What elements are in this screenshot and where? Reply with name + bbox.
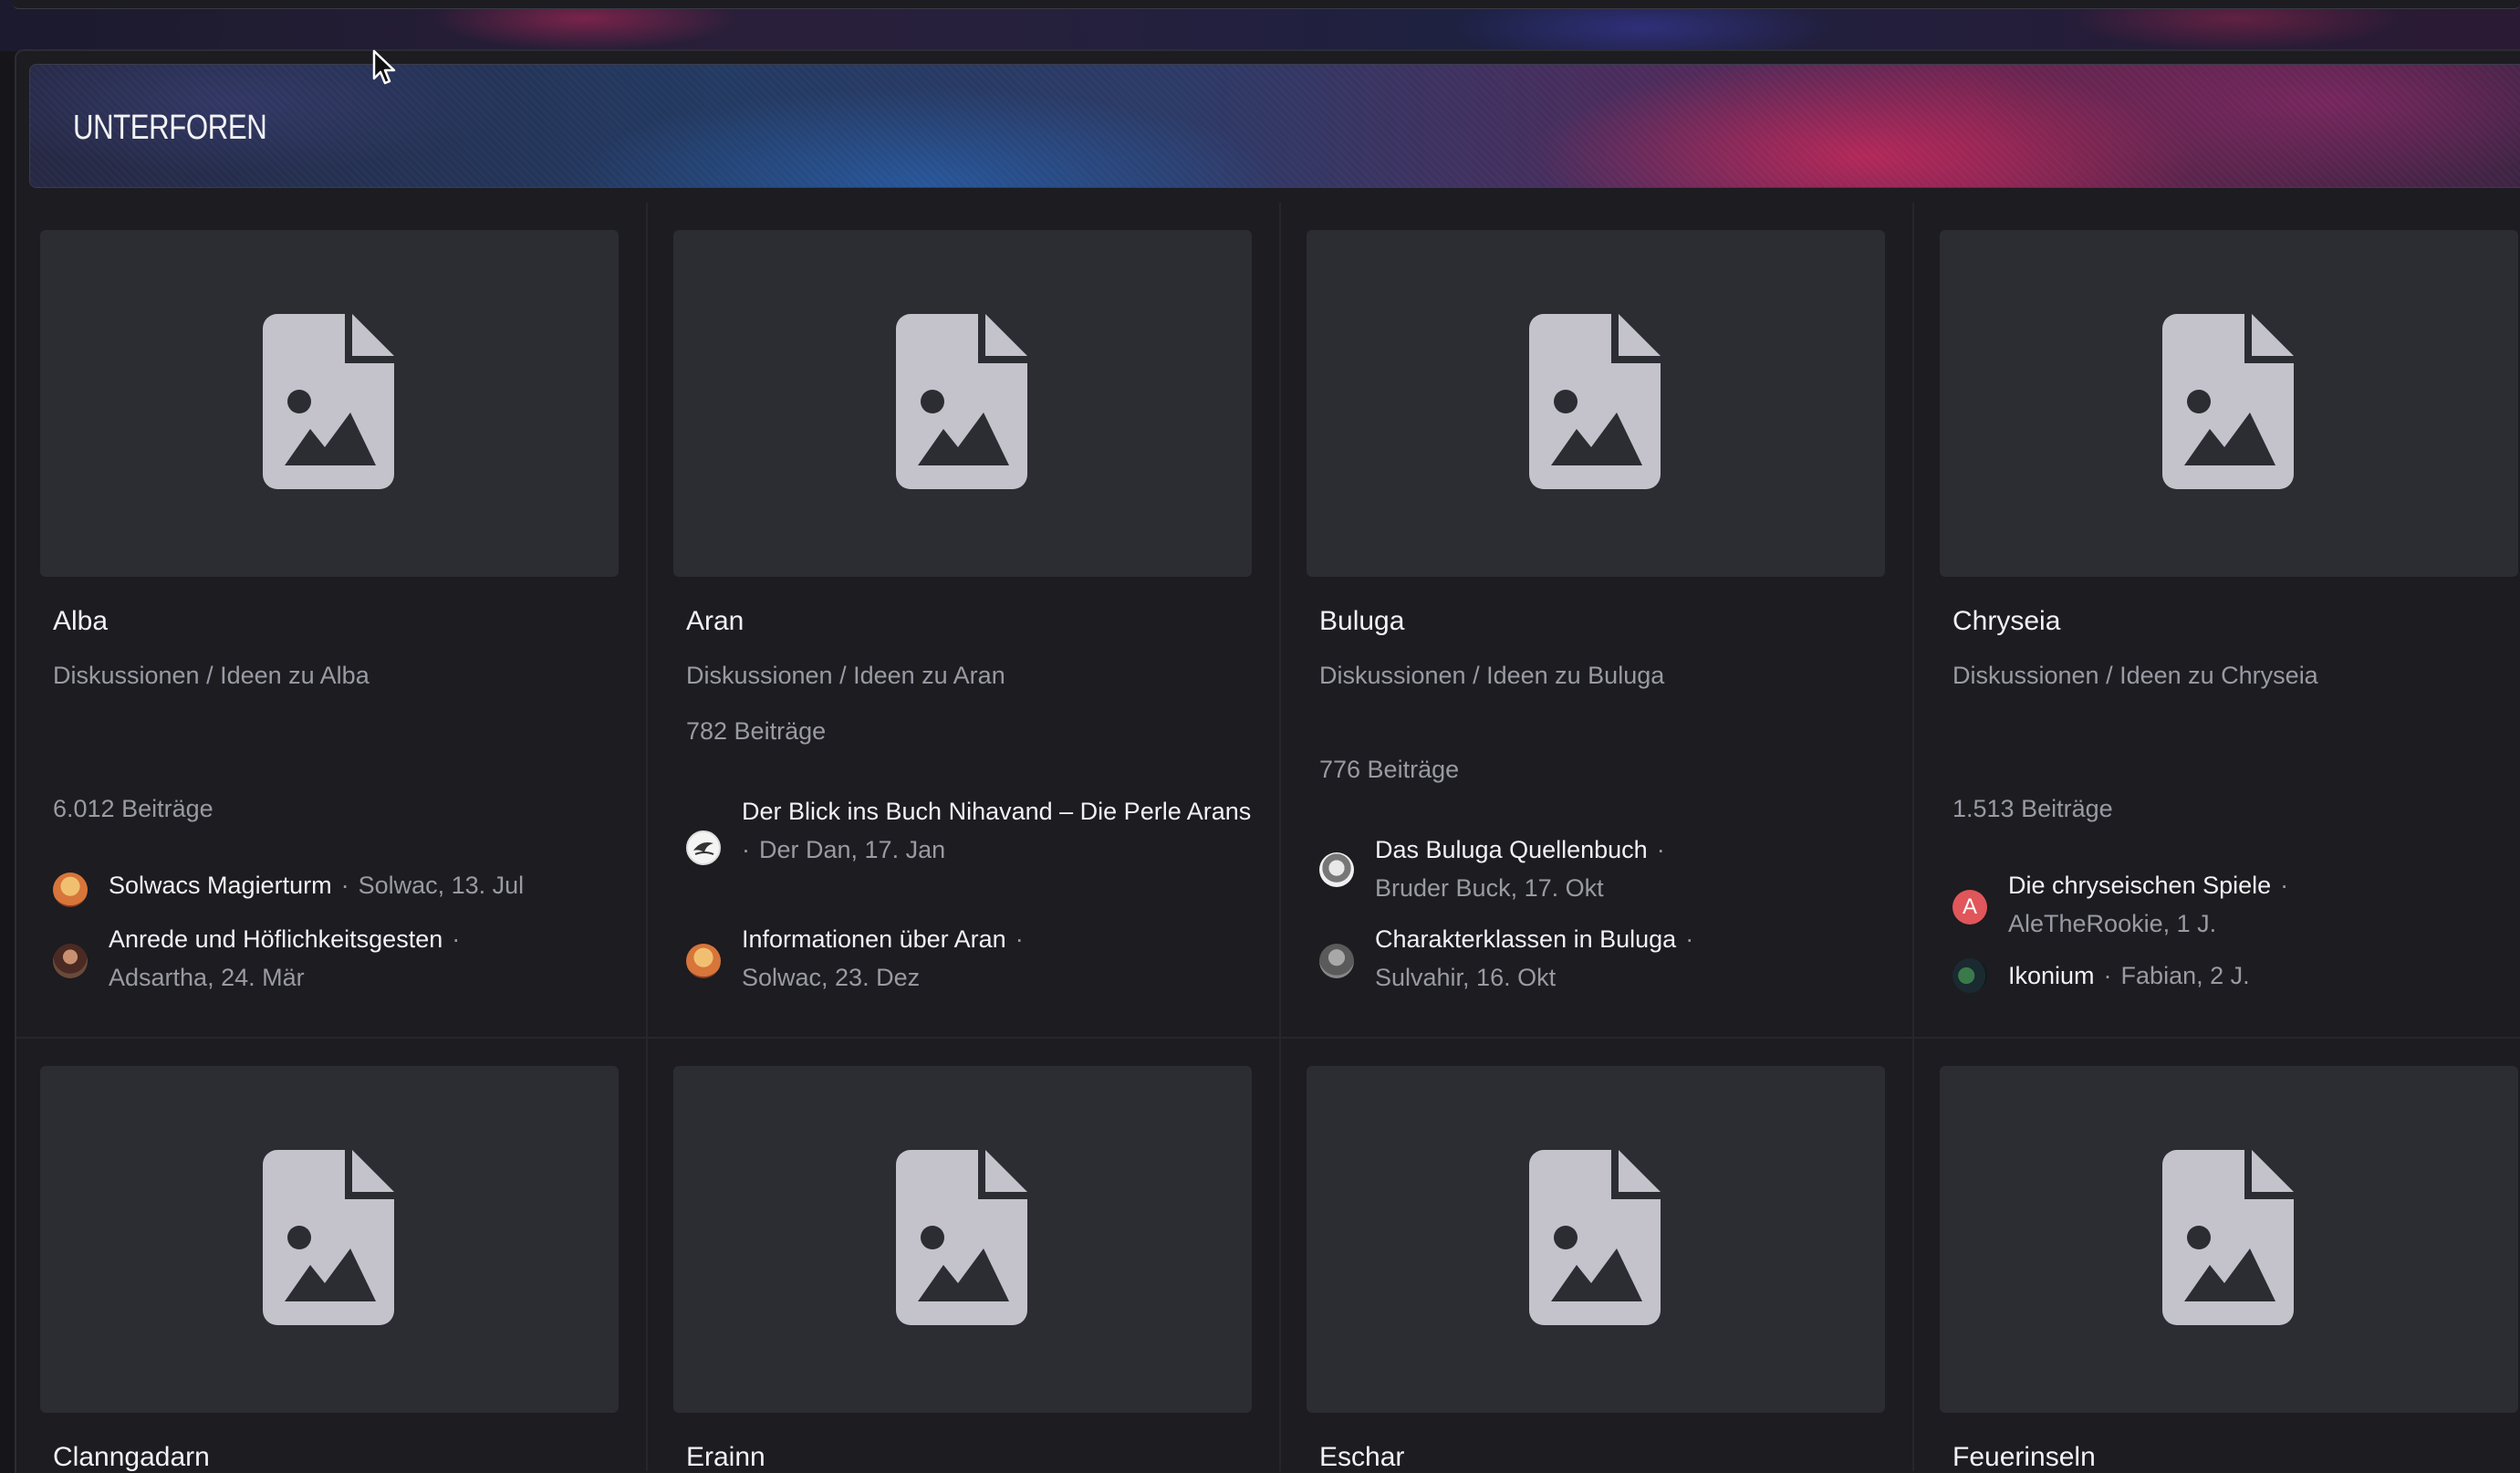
separator-dot: ·: [2103, 962, 2112, 989]
thread-title[interactable]: Das Buluga Quellenbuch: [1375, 836, 1648, 863]
forum-description: Diskussionen / Ideen zu Aran: [686, 662, 1005, 689]
forum-title[interactable]: Feuerinseln: [1952, 1442, 2096, 1473]
thread-meta: AleTheRookie, 1 J.: [2008, 910, 2217, 937]
image-placeholder-icon: [263, 1150, 394, 1325]
post-count: 1.513 Beiträge: [1952, 795, 2113, 822]
thread-meta: Fabian, 2 J.: [2120, 962, 2250, 989]
thread-meta: Sulvahir, 16. Okt: [1375, 964, 1557, 991]
thread-meta: Adsartha, 24. Mär: [109, 964, 305, 991]
forum-title[interactable]: Alba: [53, 606, 108, 637]
thread-title[interactable]: Der Blick ins Buch Nihavand – Die Perle …: [742, 798, 1251, 825]
forum-description: Diskussionen / Ideen zu Alba: [53, 662, 370, 689]
top-panel-edge: [13, 0, 2520, 9]
forum-card-eschar[interactable]: Eschar: [1283, 1039, 1916, 1473]
forum-card-feuerinseln[interactable]: Feuerinseln: [1916, 1039, 2520, 1473]
forum-card-chryseia[interactable]: Chryseia Diskussionen / Ideen zu Chrysei…: [1916, 203, 2520, 1037]
forum-thumbnail[interactable]: [40, 1066, 619, 1413]
thread-title[interactable]: Die chryseischen Spiele: [2008, 872, 2271, 899]
mouse-pointer-icon: [372, 49, 396, 85]
avatar[interactable]: [686, 831, 721, 865]
post-count: 782 Beiträge: [686, 717, 827, 745]
avatar[interactable]: [686, 944, 721, 978]
logo-icon: [693, 842, 714, 855]
separator-dot: ·: [742, 836, 750, 863]
forum-thumbnail[interactable]: [1940, 1066, 2518, 1413]
thread-meta: Bruder Buck, 17. Okt: [1375, 874, 1604, 902]
forum-thumbnail[interactable]: [1307, 230, 1885, 577]
avatar[interactable]: [1319, 944, 1354, 978]
thread-title[interactable]: Solwacs Magierturm: [109, 872, 332, 899]
image-placeholder-icon: [2162, 314, 2294, 489]
post-count: 776 Beiträge: [1319, 756, 1460, 783]
thread-title[interactable]: Anrede und Höflichkeitsgesten: [109, 925, 443, 953]
image-placeholder-icon: [263, 314, 394, 489]
thread-title[interactable]: Charakterklassen in Buluga: [1375, 925, 1676, 953]
separator-dot: ·: [1015, 925, 1024, 953]
image-placeholder-icon: [896, 1150, 1027, 1325]
forum-card-buluga[interactable]: Buluga Diskussionen / Ideen zu Buluga 77…: [1283, 203, 1916, 1037]
image-placeholder-icon: [1529, 314, 1661, 489]
separator-dot: ·: [1685, 925, 1694, 953]
forum-title[interactable]: Aran: [686, 606, 744, 637]
forum-card-alba[interactable]: Alba Diskussionen / Ideen zu Alba 6.012 …: [16, 203, 650, 1037]
forum-description: Diskussionen / Ideen zu Buluga: [1319, 662, 1665, 689]
avatar[interactable]: [53, 944, 88, 978]
forum-title[interactable]: Clanngadarn: [53, 1442, 210, 1473]
avatar[interactable]: [1952, 958, 1987, 993]
thread-meta: Solwac, 23. Dez: [742, 964, 921, 991]
forum-thumbnail[interactable]: [1940, 230, 2518, 577]
forum-thumbnail[interactable]: [1307, 1066, 1885, 1413]
thread-title[interactable]: Informationen über Aran: [742, 925, 1006, 953]
separator-dot: ·: [340, 872, 349, 899]
avatar[interactable]: [53, 872, 88, 907]
letter-avatar[interactable]: A: [1952, 890, 1987, 925]
image-placeholder-icon: [896, 314, 1027, 489]
separator-dot: ·: [452, 925, 461, 953]
forum-title[interactable]: Chryseia: [1952, 606, 2060, 637]
image-placeholder-icon: [2162, 1150, 2294, 1325]
section-title: UNTERFOREN: [73, 109, 267, 147]
forum-title[interactable]: Erainn: [686, 1442, 765, 1473]
forum-thumbnail[interactable]: [673, 230, 1252, 577]
separator-dot: ·: [2280, 872, 2289, 899]
avatar[interactable]: [1319, 852, 1354, 887]
forum-thumbnail[interactable]: [40, 230, 619, 577]
forum-card-erainn[interactable]: Erainn: [650, 1039, 1283, 1473]
separator-dot: ·: [1656, 836, 1665, 863]
forum-title[interactable]: Buluga: [1319, 606, 1404, 637]
thread-meta: Solwac, 13. Jul: [358, 872, 525, 899]
subforums-header: UNTERFOREN: [29, 64, 2520, 188]
forum-card-aran[interactable]: Aran Diskussionen / Ideen zu Aran 782 Be…: [650, 203, 1283, 1037]
forum-thumbnail[interactable]: [673, 1066, 1252, 1413]
thread-title[interactable]: Ikonium: [2008, 962, 2095, 989]
thread-meta: Der Dan, 17. Jan: [759, 836, 946, 863]
image-placeholder-icon: [1529, 1150, 1661, 1325]
forum-description: Diskussionen / Ideen zu Chryseia: [1952, 662, 2318, 689]
post-count: 6.012 Beiträge: [53, 795, 213, 822]
forum-title[interactable]: Eschar: [1319, 1442, 1404, 1473]
forum-card-clanngadarn[interactable]: Clanngadarn: [16, 1039, 650, 1473]
